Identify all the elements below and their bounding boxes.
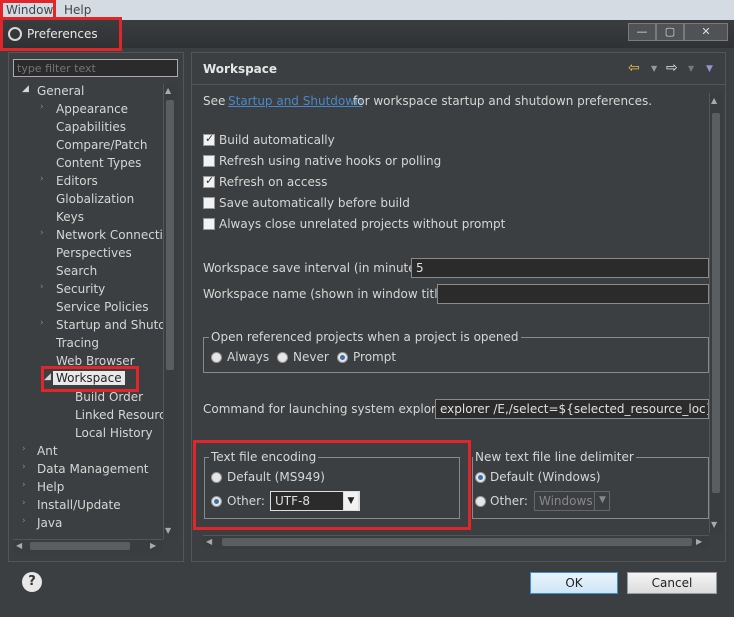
never-radio[interactable] bbox=[277, 352, 288, 363]
prompt-radio[interactable] bbox=[337, 352, 348, 363]
expand-startup-icon[interactable]: › bbox=[40, 318, 44, 328]
tree-item-data-management[interactable]: Data Management bbox=[37, 462, 149, 476]
save-interval-label: Workspace save interval (in minutes): bbox=[203, 261, 431, 275]
startup-shutdown-link[interactable]: Startup and Shutdown bbox=[228, 94, 363, 108]
expand-data-management-icon[interactable]: › bbox=[22, 462, 26, 472]
tree-item-globalization[interactable]: Globalization bbox=[56, 192, 134, 206]
tree-item-network-connections[interactable]: Network Connection bbox=[56, 228, 163, 242]
delimiter-default-radio[interactable] bbox=[475, 472, 486, 483]
see-prefix: See bbox=[203, 94, 226, 108]
expand-editors-icon[interactable]: › bbox=[40, 174, 44, 184]
tree-item-appearance[interactable]: Appearance bbox=[56, 102, 128, 116]
build-automatically-label: Build automatically bbox=[219, 133, 335, 147]
explorer-command-label: Command for launching system explorer: bbox=[203, 402, 452, 416]
prompt-label: Prompt bbox=[353, 350, 397, 364]
tree-item-capabilities[interactable]: Capabilities bbox=[56, 120, 126, 134]
workspace-name-input[interactable] bbox=[437, 284, 709, 304]
delimiter-other-label: Other: bbox=[490, 494, 528, 508]
cancel-button[interactable]: Cancel bbox=[627, 572, 717, 594]
tree-item-build-order[interactable]: Build Order bbox=[75, 390, 143, 404]
page-scroll-right-icon[interactable]: ▶ bbox=[696, 537, 702, 546]
delimiter-dropdown-icon: ▼ bbox=[594, 491, 610, 511]
tree-item-editors[interactable]: Editors bbox=[56, 174, 98, 188]
page-scroll-up-icon[interactable]: ▲ bbox=[711, 96, 717, 105]
tree-item-content-types[interactable]: Content Types bbox=[56, 156, 141, 170]
expand-appearance-icon[interactable]: › bbox=[40, 102, 44, 112]
refresh-native-label: Refresh using native hooks or polling bbox=[219, 154, 442, 168]
title-separator bbox=[192, 84, 725, 85]
tree-scroll-down-icon[interactable]: ▼ bbox=[165, 526, 171, 535]
always-radio[interactable] bbox=[211, 352, 222, 363]
ok-button[interactable]: OK bbox=[530, 572, 618, 594]
tree-scroll-up-icon[interactable]: ▲ bbox=[165, 86, 171, 95]
workspace-name-label: Workspace name (shown in window title): bbox=[203, 287, 454, 301]
tree-horizontal-scroll-thumb[interactable] bbox=[30, 542, 130, 550]
line-delimiter-title: New text file line delimiter bbox=[473, 450, 636, 464]
back-arrow-icon[interactable]: ⇦ bbox=[628, 60, 640, 76]
see-suffix: for workspace startup and shutdown prefe… bbox=[353, 94, 653, 108]
expand-install-icon[interactable]: › bbox=[22, 498, 26, 508]
always-label: Always bbox=[227, 350, 270, 364]
refresh-on-access-checkbox[interactable] bbox=[203, 174, 215, 188]
expand-ant-icon[interactable]: › bbox=[22, 444, 26, 454]
tree-item-help[interactable]: Help bbox=[37, 480, 64, 494]
menu-help[interactable]: Help bbox=[64, 3, 91, 17]
tree-item-startup-shutdown[interactable]: Startup and Shutdo bbox=[56, 318, 163, 332]
open-referenced-title: Open referenced projects when a project … bbox=[209, 330, 521, 344]
maximize-button[interactable]: ▢ bbox=[656, 23, 684, 41]
filter-input[interactable] bbox=[13, 59, 178, 77]
tree-item-ant[interactable]: Ant bbox=[37, 444, 58, 458]
help-icon[interactable]: ? bbox=[22, 572, 42, 592]
explorer-command-input[interactable]: explorer /E,/select=${selected_resource_… bbox=[435, 399, 709, 419]
close-unrelated-label: Always close unrelated projects without … bbox=[219, 217, 506, 231]
highlight-text-encoding bbox=[193, 440, 471, 530]
highlight-preferences-title bbox=[0, 17, 122, 51]
delimiter-other-radio[interactable] bbox=[475, 496, 486, 507]
minimize-button[interactable]: — bbox=[628, 23, 656, 41]
tree-item-service-policies[interactable]: Service Policies bbox=[56, 300, 149, 314]
page-scroll-left-icon[interactable]: ◀ bbox=[206, 537, 212, 546]
tree-item-keys[interactable]: Keys bbox=[56, 210, 84, 224]
never-label: Never bbox=[293, 350, 329, 364]
tree-item-general[interactable]: General bbox=[37, 84, 84, 98]
build-automatically-checkbox[interactable] bbox=[203, 132, 215, 146]
tree-scroll-left-icon[interactable]: ◀ bbox=[16, 541, 22, 550]
page-title: Workspace bbox=[203, 62, 278, 76]
tree-scroll-right-icon[interactable]: ▶ bbox=[150, 541, 156, 550]
save-interval-input[interactable]: 5 bbox=[411, 258, 709, 278]
refresh-native-checkbox[interactable] bbox=[203, 155, 215, 167]
tree-item-web-browser[interactable]: Web Browser bbox=[56, 354, 135, 366]
tree-item-tracing[interactable]: Tracing bbox=[56, 336, 99, 350]
view-menu-icon[interactable]: ▼ bbox=[706, 64, 713, 74]
tree-item-java[interactable]: Java bbox=[37, 516, 62, 530]
expand-java-icon[interactable]: › bbox=[22, 516, 26, 526]
refresh-on-access-label: Refresh on access bbox=[219, 175, 328, 189]
close-unrelated-checkbox[interactable] bbox=[203, 218, 215, 230]
page-scroll-down-icon[interactable]: ▼ bbox=[711, 520, 717, 529]
expand-security-icon[interactable]: › bbox=[40, 282, 44, 292]
tree-vertical-scroll-thumb[interactable] bbox=[166, 100, 174, 370]
save-before-build-checkbox[interactable] bbox=[203, 197, 215, 209]
tree-item-security[interactable]: Security bbox=[56, 282, 105, 296]
tree-item-search[interactable]: Search bbox=[56, 264, 97, 278]
tree-item-linked-resources[interactable]: Linked Resource bbox=[75, 408, 163, 422]
forward-arrow-icon[interactable]: ⇨ bbox=[666, 60, 678, 76]
expand-help-icon[interactable]: › bbox=[22, 480, 26, 490]
expand-network-icon[interactable]: › bbox=[40, 228, 44, 238]
page-horizontal-scroll-thumb[interactable] bbox=[222, 538, 692, 546]
delimiter-default-label: Default (Windows) bbox=[490, 470, 601, 484]
tree-item-compare-patch[interactable]: Compare/Patch bbox=[56, 138, 147, 152]
back-dropdown-icon[interactable]: ▼ bbox=[651, 64, 657, 73]
close-button[interactable]: ✕ bbox=[684, 23, 728, 41]
tree-item-local-history[interactable]: Local History bbox=[75, 426, 153, 440]
highlight-workspace-item bbox=[41, 366, 139, 392]
expand-general-icon[interactable]: ◢ bbox=[22, 84, 29, 94]
delimiter-combo-value: Windows bbox=[539, 494, 593, 508]
forward-dropdown-icon[interactable]: ▼ bbox=[688, 64, 694, 73]
tree-item-perspectives[interactable]: Perspectives bbox=[56, 246, 132, 260]
tree-item-install-update[interactable]: Install/Update bbox=[37, 498, 121, 512]
save-before-build-label: Save automatically before build bbox=[219, 196, 410, 210]
page-vertical-scroll-thumb[interactable] bbox=[712, 113, 720, 493]
